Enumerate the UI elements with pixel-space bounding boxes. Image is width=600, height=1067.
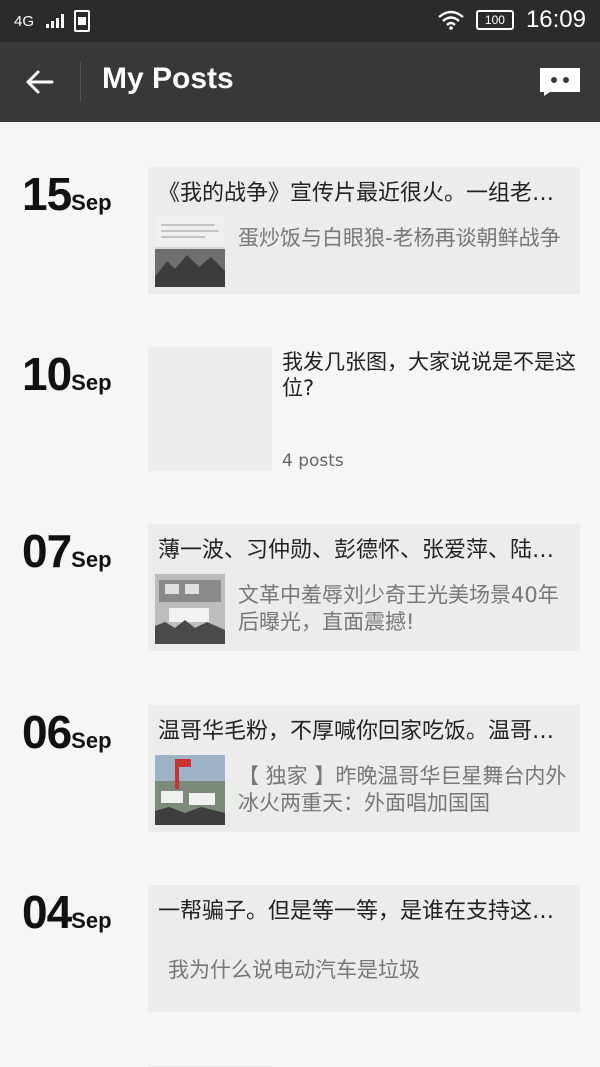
post-count: 4 posts [282,451,344,471]
post-month: Sep [71,370,112,395]
post-day: 06 [22,706,72,758]
status-left: 4G [14,10,91,32]
link-thumbnail [155,217,225,287]
post-day: 15 [22,168,72,220]
post-month: Sep [71,728,112,753]
post-day: 04 [22,886,72,938]
post-day: 07 [22,525,72,577]
link-thumbnail [155,755,225,825]
post-month: Sep [71,908,112,933]
link-text: 我为什么说电动汽车是垃圾 [168,958,420,982]
link-thumbnail [155,574,225,644]
app-bar-divider [80,62,81,102]
post-title: 温哥华毛粉，不厚喊你回家吃饭。温哥华... [158,719,568,744]
post-month: Sep [71,190,112,215]
post-date: 10Sep [22,347,112,401]
page-title: My Posts [102,62,234,95]
posts-feed: 15Sep 《我的战争》宣传片最近很火。一组老照片，带你... 蛋炒饭与白眼狼-… [0,122,600,1067]
link-text: 【 独家 】昨晚温哥华巨星舞台内外冰火两重天：外面唱加国国 [238,764,567,815]
wifi-icon [438,10,464,30]
link-text: 文革中羞辱刘少奇王光美场景40年后曝光，直面震撼! [238,583,559,634]
app-bar: My Posts [0,42,600,122]
post-day: 10 [22,348,72,400]
post-title: 薄一波、习仲勋、彭德怀、张爱萍、陆定一... [158,538,568,563]
network-type: 4G [14,12,35,30]
post-date: 07Sep [22,524,112,578]
post-title: 一帮骗子。但是等一等，是谁在支持这帮骗子... [158,899,568,924]
back-arrow-icon[interactable] [22,64,58,100]
post-title: 《我的战争》宣传片最近很火。一组老照片，带你... [158,181,568,206]
post-date: 15Sep [22,167,112,221]
post-date: 04Sep [22,885,112,939]
status-time: 16:09 [525,6,586,33]
sim-card-icon [74,10,91,32]
post-title: 我发几张图，大家说说是不是这位? [282,350,576,400]
post-date: 06Sep [22,705,112,759]
shared-link-card[interactable]: 温哥华毛粉，不厚喊你回家吃饭。温哥华... 【 独家 】昨晚温哥华巨星舞台内外冰… [148,705,580,832]
shared-link-card[interactable]: 一帮骗子。但是等一等，是谁在支持这帮骗子... 我为什么说电动汽车是垃圾 [148,885,580,1012]
link-text: 蛋炒饭与白眼狼-老杨再谈朝鲜战争 [238,226,561,250]
shared-link-card[interactable]: 《我的战争》宣传片最近很火。一组老照片，带你... 蛋炒饭与白眼狼-老杨再谈朝鲜… [148,167,580,294]
shared-link-card[interactable]: 薄一波、习仲勋、彭德怀、张爱萍、陆定一... 文革中羞辱刘少奇王光美场景40年后… [148,524,580,651]
image-placeholder[interactable] [148,347,272,471]
signal-icon [46,14,65,28]
status-bar: 4G 100 16:09 [0,0,600,42]
status-right: 100 16:09 [438,6,586,34]
message-icon[interactable] [538,66,582,96]
battery-icon: 100 [475,10,514,30]
post-month: Sep [71,547,112,572]
